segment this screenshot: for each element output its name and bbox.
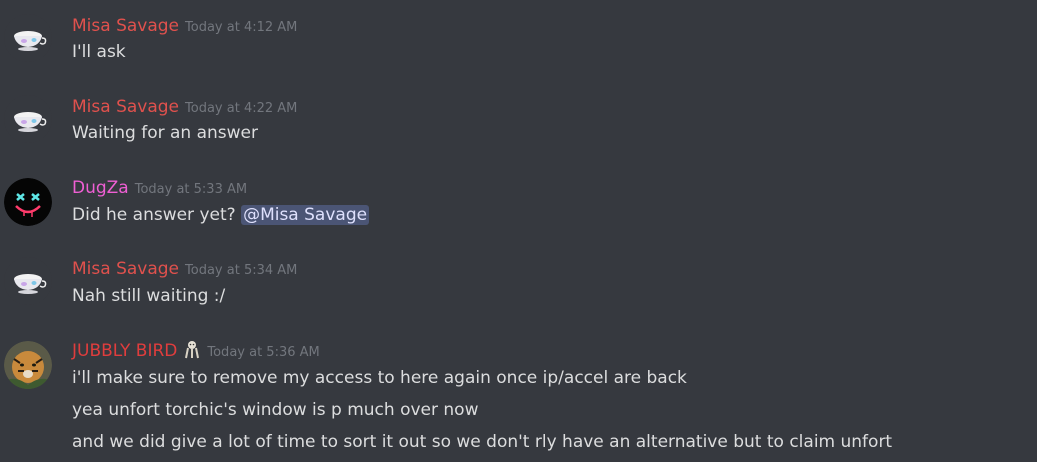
username[interactable]: DugZa <box>72 178 129 198</box>
smiley-face-icon <box>4 178 52 226</box>
tiger-icon <box>4 341 52 389</box>
message-header: Misa Savage Today at 4:12 AM <box>72 14 297 38</box>
message-text: yea unfort torchic's window is p much ov… <box>72 400 479 420</box>
username[interactable]: Misa Savage <box>72 259 179 279</box>
message-text: i'll make sure to remove my access to he… <box>72 368 687 388</box>
message-text: and we did give a lot of time to sort it… <box>72 432 893 452</box>
timestamp[interactable]: Today at 5:34 AM <box>185 263 297 278</box>
message-header: Misa Savage Today at 5:34 AM <box>72 257 297 281</box>
teacup-icon <box>4 14 52 62</box>
username[interactable]: Misa Savage <box>72 97 179 117</box>
bird-badge-icon <box>183 339 201 359</box>
message-header: Misa Savage Today at 4:22 AM <box>72 95 297 119</box>
username[interactable]: Misa Savage <box>72 16 179 36</box>
message-text: Nah still waiting :/ <box>72 286 226 306</box>
avatar[interactable] <box>4 341 52 389</box>
message-group: Misa Savage Today at 5:34 AM Nah still wa… <box>0 257 1037 313</box>
timestamp[interactable]: Today at 5:33 AM <box>135 182 247 197</box>
message-header: DugZa Today at 5:33 AM <box>72 176 247 200</box>
teacup-icon <box>4 257 52 305</box>
avatar[interactable] <box>4 178 52 226</box>
message-header: JUBBLY BIRD Today at 5:36 AM <box>72 339 320 363</box>
username[interactable]: JUBBLY BIRD <box>72 341 177 361</box>
timestamp[interactable]: Today at 5:36 AM <box>207 345 319 360</box>
message-group: Misa Savage Today at 4:12 AM I'll ask <box>0 14 1037 70</box>
message-text-segment: Did he answer yet? <box>72 205 242 225</box>
user-mention[interactable]: @Misa Savage <box>241 205 370 225</box>
timestamp[interactable]: Today at 4:22 AM <box>185 101 297 116</box>
avatar[interactable] <box>4 14 52 62</box>
message-group: DugZa Today at 5:33 AM Did he answer yet?… <box>0 176 1037 232</box>
avatar[interactable] <box>4 95 52 143</box>
timestamp[interactable]: Today at 4:12 AM <box>185 20 297 35</box>
message-text: Did he answer yet? @Misa Savage <box>72 202 370 228</box>
message-text: Waiting for an answer <box>72 123 258 143</box>
message-group: Misa Savage Today at 4:22 AM Waiting for … <box>0 95 1037 151</box>
message-list: Misa Savage Today at 4:12 AM I'll ask Mis… <box>0 0 1037 462</box>
teacup-icon <box>4 95 52 143</box>
avatar[interactable] <box>4 257 52 305</box>
message-group: JUBBLY BIRD Today at 5:36 AM i'll make s… <box>0 339 1037 462</box>
message-text: I'll ask <box>72 42 126 62</box>
